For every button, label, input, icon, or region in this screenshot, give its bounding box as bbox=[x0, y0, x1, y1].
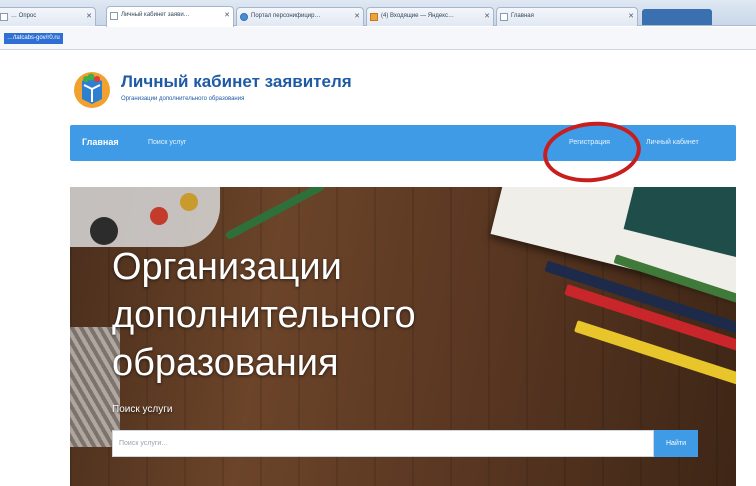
browser-tab-bar: … Опрос ✕ Личный кабинет заяви… ✕ Портал… bbox=[0, 0, 756, 27]
nav-home-link[interactable]: Главная bbox=[82, 137, 119, 147]
url-field[interactable]: …/tatcabs-gov/r0.ru bbox=[4, 33, 63, 44]
paint-dot-decoration bbox=[150, 207, 168, 225]
hero-title-line: Организации bbox=[112, 246, 342, 288]
browser-tab-label: … Опрос bbox=[11, 13, 37, 19]
page-icon bbox=[110, 12, 118, 20]
hero-title-line: образования bbox=[112, 342, 339, 384]
brush-decoration bbox=[224, 187, 326, 241]
browser-tab-label: Портал персонифицир… bbox=[251, 13, 321, 19]
hero-title-line: дополнительного bbox=[112, 294, 416, 336]
nav-search-link[interactable]: Поиск услуг bbox=[148, 139, 186, 146]
nav-cabinet-link[interactable]: Личный кабинет bbox=[646, 139, 699, 146]
site-title: Личный кабинет заявителя bbox=[121, 72, 352, 91]
site-logo bbox=[74, 72, 110, 108]
globe-icon bbox=[240, 13, 248, 21]
browser-tab-label: Главная bbox=[511, 13, 534, 19]
address-bar: …/tatcabs-gov/r0.ru bbox=[0, 27, 756, 50]
close-icon[interactable]: ✕ bbox=[354, 12, 360, 20]
browser-tab[interactable]: (4) Входящие — Яндекс… ✕ bbox=[366, 7, 494, 26]
close-icon[interactable]: ✕ bbox=[86, 12, 92, 20]
browser-tab-active[interactable]: Личный кабинет заяви… ✕ bbox=[106, 6, 234, 27]
browser-tab-label: Личный кабинет заяви… bbox=[121, 12, 190, 18]
site-subtitle: Организации дополнительного образования bbox=[121, 96, 245, 102]
hero-title: Организации дополнительного образования bbox=[112, 243, 532, 387]
page-icon bbox=[0, 13, 8, 21]
browser-tab[interactable]: Главная ✕ bbox=[496, 7, 638, 26]
paint-dot-decoration bbox=[90, 217, 118, 245]
mail-icon bbox=[370, 13, 378, 21]
browser-tab-label: (4) Входящие — Яндекс… bbox=[381, 13, 454, 19]
close-icon[interactable]: ✕ bbox=[224, 11, 230, 19]
new-tab-button[interactable] bbox=[642, 9, 712, 25]
browser-tab[interactable]: … Опрос ✕ bbox=[0, 7, 96, 26]
close-icon[interactable]: ✕ bbox=[484, 12, 490, 20]
paint-dot-decoration bbox=[180, 193, 198, 211]
page-icon bbox=[500, 13, 508, 21]
hero-banner: Организации дополнительного образования … bbox=[70, 187, 736, 486]
service-search-input[interactable] bbox=[112, 430, 654, 457]
search-button[interactable]: Найти bbox=[654, 430, 698, 457]
browser-tab[interactable]: Портал персонифицир… ✕ bbox=[236, 7, 364, 26]
close-icon[interactable]: ✕ bbox=[628, 12, 634, 20]
search-label: Поиск услуги bbox=[112, 404, 173, 415]
